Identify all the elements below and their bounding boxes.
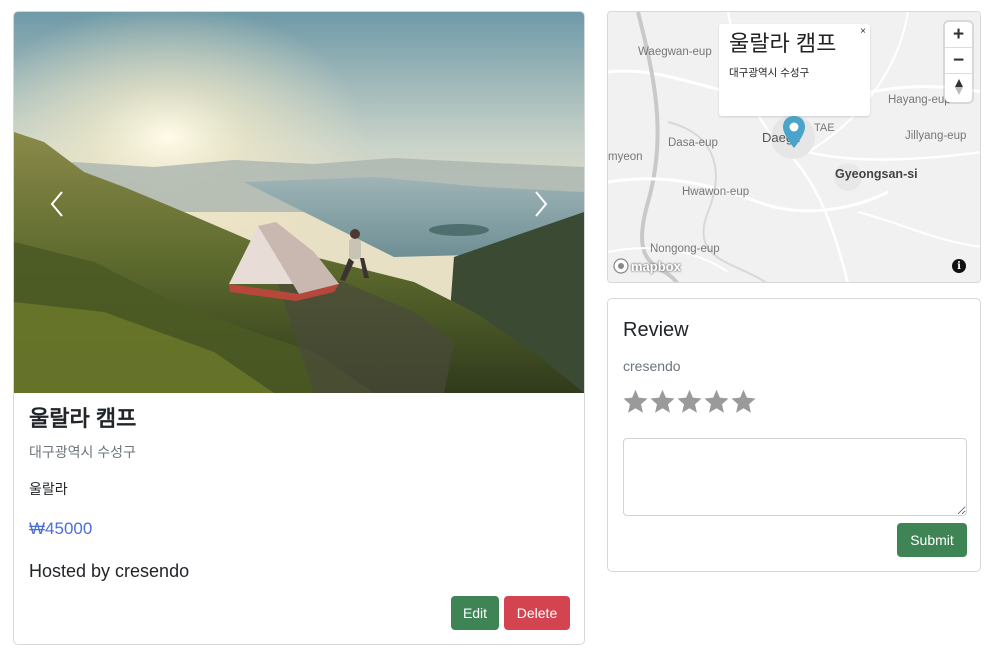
zoom-out-button[interactable]: − — [945, 48, 972, 74]
map-label: Waegwan-eup — [638, 46, 712, 58]
popup-subtitle: 대구광역시 수성구 — [729, 67, 810, 79]
map-popup: 울랄라 캠프 대구광역시 수성구 × — [719, 24, 870, 116]
image-carousel — [14, 12, 584, 393]
review-card: Review cresendo Submit — [607, 298, 981, 572]
star-icon[interactable] — [730, 388, 757, 415]
map-zoom-controls: + − — [945, 22, 972, 102]
campground-details: 울랄라 캠프 대구광역시 수성구 울랄라 ₩45000 Hosted by cr… — [29, 404, 569, 583]
map-label: Hayang-eup — [888, 94, 951, 106]
star-rating — [622, 388, 757, 415]
star-icon[interactable] — [703, 388, 730, 415]
info-icon[interactable]: i — [952, 259, 966, 273]
star-icon[interactable] — [676, 388, 703, 415]
campground-card: 울랄라 캠프 대구광역시 수성구 울랄라 ₩45000 Hosted by cr… — [13, 11, 585, 645]
popup-title: 울랄라 캠프 — [729, 31, 837, 56]
popup-close-button[interactable]: × — [860, 26, 866, 37]
mapbox-logo-text: mapbox — [631, 258, 681, 274]
campground-price: ₩45000 — [29, 519, 93, 538]
map-label: Jillyang-eup — [905, 130, 967, 142]
edit-button[interactable]: Edit — [451, 596, 499, 630]
campground-host: Hosted by cresendo — [29, 561, 190, 581]
compass-button[interactable] — [945, 74, 972, 100]
map-label: Hwawon-eup — [682, 186, 750, 198]
campground-photo — [14, 12, 584, 393]
chevron-right-icon — [535, 191, 548, 217]
review-heading: Review — [623, 319, 689, 341]
delete-button[interactable]: Delete — [504, 596, 570, 630]
zoom-in-button[interactable]: + — [945, 22, 972, 48]
carousel-prev-button[interactable] — [37, 182, 77, 226]
star-icon[interactable] — [649, 388, 676, 415]
map-marker[interactable] — [782, 115, 806, 154]
campground-title: 울랄라 캠프 — [29, 406, 137, 431]
map-label: myeon — [608, 151, 643, 163]
carousel-next-button[interactable] — [521, 182, 561, 226]
compass-icon — [954, 79, 963, 95]
campground-description: 울랄라 — [29, 481, 68, 497]
map-view[interactable]: Waegwan-eup Hayang-eup Jillyang-eup Dasa… — [607, 11, 981, 283]
review-username: cresendo — [623, 358, 681, 374]
review-textarea[interactable] — [623, 438, 967, 516]
map-label: Gyeongsan-si — [835, 167, 918, 181]
mapbox-logo-icon — [613, 258, 629, 274]
map-label: TAE — [814, 122, 835, 134]
map-label: Dasa-eup — [668, 137, 718, 149]
map-label: Nongong-eup — [650, 243, 720, 255]
chevron-left-icon — [50, 191, 63, 217]
campground-location: 대구광역시 수성구 — [29, 444, 136, 460]
map-pin-icon — [783, 116, 805, 148]
submit-button[interactable]: Submit — [897, 523, 967, 557]
mapbox-attribution[interactable]: mapbox — [613, 258, 681, 274]
campground-actions: Edit Delete — [451, 596, 570, 630]
star-icon[interactable] — [622, 388, 649, 415]
